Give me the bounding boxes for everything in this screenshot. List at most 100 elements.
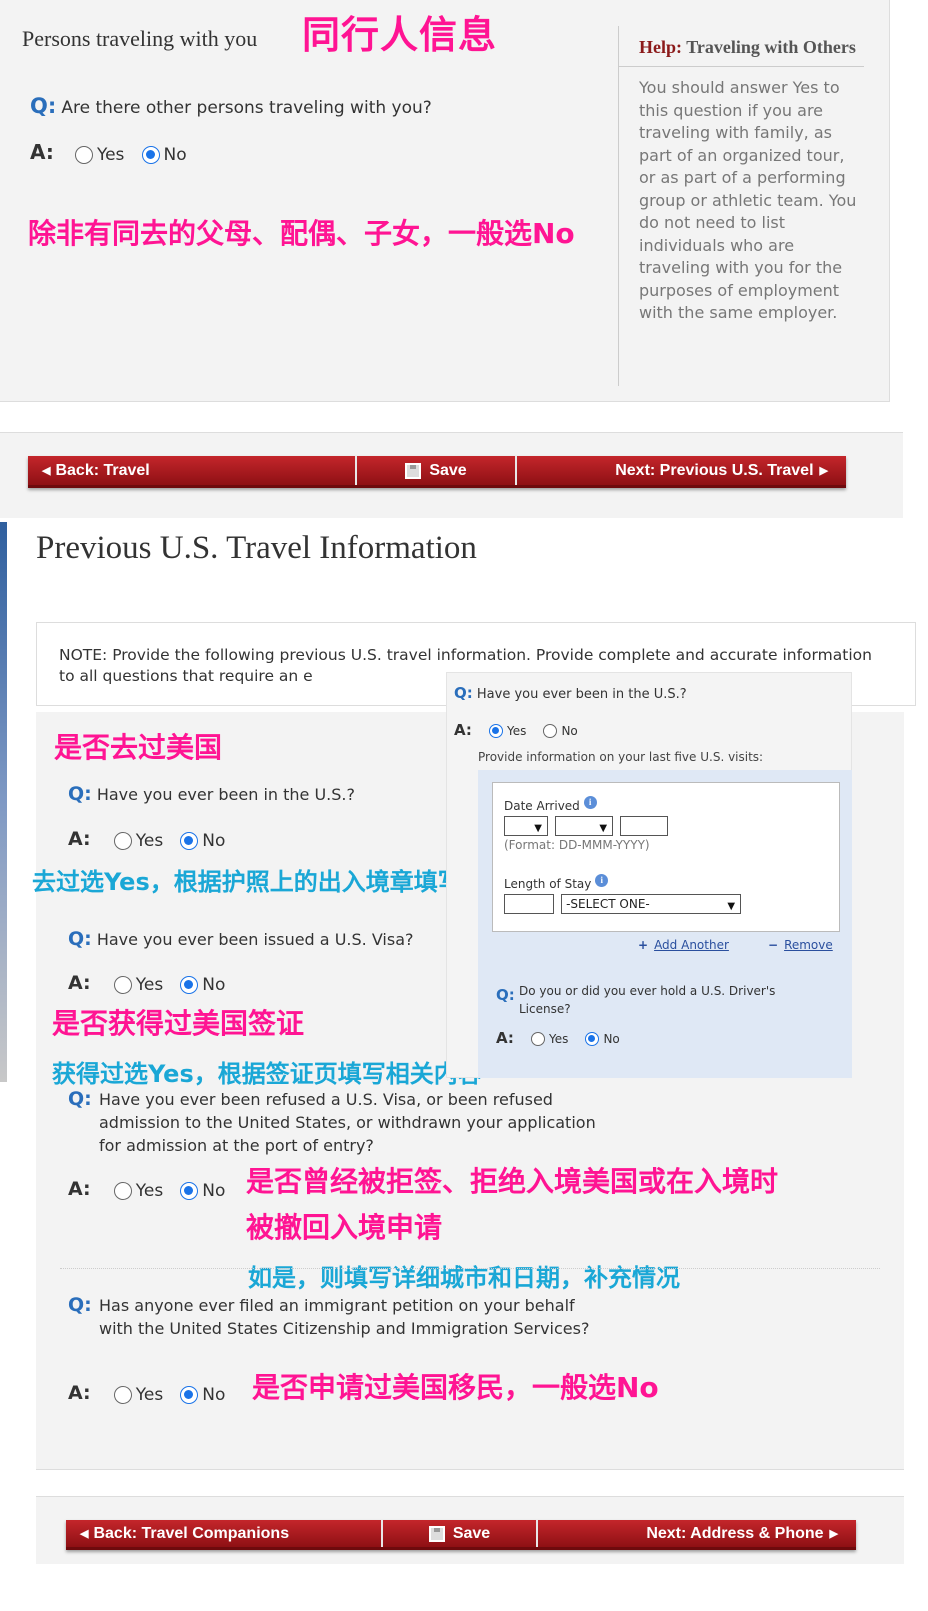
annotation-companions: 除非有同去的父母、配偶、子女，一般选No [28, 217, 575, 250]
license-answer: A: Yes No [496, 1028, 632, 1047]
date-arrived-inputs: ▼ ▼ [504, 815, 669, 836]
next-button[interactable]: Next: Previous U.S. Travel ▶ [517, 456, 846, 485]
add-another-link[interactable]: + Add Another [638, 938, 729, 952]
length-input[interactable] [504, 893, 554, 914]
visa-no-radio[interactable] [180, 975, 199, 994]
q-marker: Q: [496, 986, 515, 1004]
annotation-visa: 是否获得过美国签证 [52, 1007, 305, 1040]
help-title: Help: Traveling with Others [619, 26, 864, 67]
length-of-stay-inputs: -SELECT ONE- ▼ [504, 893, 742, 914]
question-text: Are there other persons traveling with y… [61, 98, 432, 118]
save-button[interactable]: Save [383, 1520, 538, 1547]
left-sidebar-strip [0, 522, 7, 1082]
annotation-been-us-yes: 去过选Yes，根据护照上的出入境章填写 [32, 868, 462, 896]
chevron-right-icon: ▶ [829, 1528, 838, 1540]
refused-no-radio[interactable] [180, 1181, 199, 1200]
save-icon [428, 1525, 445, 1542]
save-button-label: Save [452, 1524, 491, 1542]
a-marker: A: [68, 1382, 91, 1404]
answer-visa: A: Yes No [68, 972, 237, 995]
answer-been-us: A: Yes No [68, 828, 237, 851]
yes-label: Yes [506, 723, 527, 738]
inset-no-radio[interactable] [543, 723, 558, 738]
refused-yes-radio[interactable] [113, 1181, 132, 1200]
q-marker: Q: [30, 94, 57, 118]
immigrant-yes-radio[interactable] [113, 1385, 132, 1404]
back-button-label: Back: Travel Companions [93, 1524, 290, 1542]
a-marker: A: [454, 721, 472, 739]
question-text: Have you ever been refused a U.S. Visa, … [99, 1090, 596, 1155]
remove-link[interactable]: − Remove [768, 938, 833, 952]
a-marker: A: [30, 140, 54, 164]
chevron-right-icon: ▶ [819, 465, 828, 477]
been-us-no-radio[interactable] [180, 831, 199, 850]
info-icon[interactable]: i [595, 874, 609, 887]
save-button-label: Save [429, 461, 467, 479]
info-icon[interactable]: i [583, 796, 597, 809]
annotation-visa-yes: 获得过选Yes，根据签证页填写相关内容 [52, 1060, 482, 1088]
visa-yes-radio[interactable] [113, 975, 132, 994]
length-of-stay-label: Length of Stay i [504, 874, 609, 891]
immigrant-no-radio[interactable] [180, 1385, 199, 1404]
annotation-refused-yes: 如是，则填写详细城市和日期，补充情况 [248, 1264, 680, 1292]
annotation-title: 同行人信息 [302, 13, 498, 57]
annotation-immigrant: 是否申请过美国移民，一般选No [252, 1371, 659, 1404]
length-of-stay-text: Length of Stay [504, 877, 592, 891]
back-button[interactable]: ◀ Back: Travel Companions [66, 1520, 383, 1547]
month-select[interactable]: ▼ [555, 815, 614, 836]
been-us-yes-radio[interactable] [113, 831, 132, 850]
no-label: No [561, 723, 578, 738]
a-marker: A: [496, 1029, 514, 1047]
question-refused: Q: Have you ever been refused a U.S. Vis… [68, 1088, 608, 1157]
annotation-been-us: 是否去过美国 [54, 731, 223, 764]
help-label: Help: [639, 37, 682, 57]
license-yes-radio[interactable] [530, 1031, 545, 1046]
length-unit-value: -SELECT ONE- [566, 896, 650, 911]
chevron-left-icon: ◀ [80, 1528, 89, 1540]
day-select[interactable]: ▼ [504, 815, 548, 836]
license-question-text: Do you or did you ever hold a U.S. Drive… [519, 984, 776, 1016]
yes-radio[interactable] [74, 145, 93, 164]
no-label: No [603, 1031, 620, 1046]
inset-answer: A: Yes No [454, 720, 590, 739]
question-text: Have you ever been in the U.S.? [96, 785, 355, 804]
save-button[interactable]: Save [357, 456, 517, 485]
no-label: No [202, 974, 226, 995]
date-arrived-text: Date Arrived [504, 799, 580, 813]
plus-icon: + [638, 938, 649, 952]
yes-label: Yes [135, 1384, 164, 1405]
inset-yes-radio[interactable] [488, 723, 503, 738]
annotation-refused-1: 是否曾经被拒签、拒绝入境美国或在入境时 [246, 1165, 779, 1198]
license-no-radio[interactable] [585, 1031, 600, 1046]
answer-row: A: Yes No [30, 140, 199, 165]
yes-label: Yes [96, 144, 125, 165]
a-marker: A: [68, 1178, 91, 1200]
inset-provide-text: Provide information on your last five U.… [478, 750, 764, 764]
nav-bar-top: ◀ Back: Travel Save Next: Previous U.S. … [28, 456, 846, 488]
answer-immigrant: A: Yes No [68, 1382, 237, 1405]
no-label: No [163, 144, 187, 165]
q-marker: Q: [454, 684, 473, 702]
help-topic: Traveling with Others [686, 37, 856, 57]
year-input[interactable] [620, 815, 669, 836]
yes-label: Yes [548, 1031, 569, 1046]
question-text: Has anyone ever filed an immigrant petit… [99, 1296, 590, 1338]
question-immigrant: Q: Has anyone ever filed an immigrant pe… [68, 1294, 608, 1340]
yes-label: Yes [135, 1180, 164, 1201]
q-marker: Q: [68, 783, 92, 805]
yes-label: Yes [135, 830, 164, 851]
next-button-label: Next: Address & Phone [646, 1524, 824, 1542]
save-icon [405, 462, 422, 479]
no-radio[interactable] [141, 145, 160, 164]
help-text: You should answer Yes to this question i… [639, 78, 857, 322]
divider [60, 1268, 880, 1269]
question-row: Q: Are there other persons traveling wit… [30, 94, 432, 120]
q-marker: Q: [68, 1294, 92, 1316]
length-unit-select[interactable]: -SELECT ONE- ▼ [561, 893, 742, 914]
date-arrived-label: Date Arrived i [504, 796, 597, 813]
next-button[interactable]: Next: Address & Phone ▶ [538, 1520, 856, 1547]
a-marker: A: [68, 972, 91, 994]
question-visa: Q: Have you ever been issued a U.S. Visa… [68, 928, 413, 951]
back-button[interactable]: ◀ Back: Travel [28, 456, 357, 485]
section-title: Persons traveling with you [22, 26, 258, 51]
